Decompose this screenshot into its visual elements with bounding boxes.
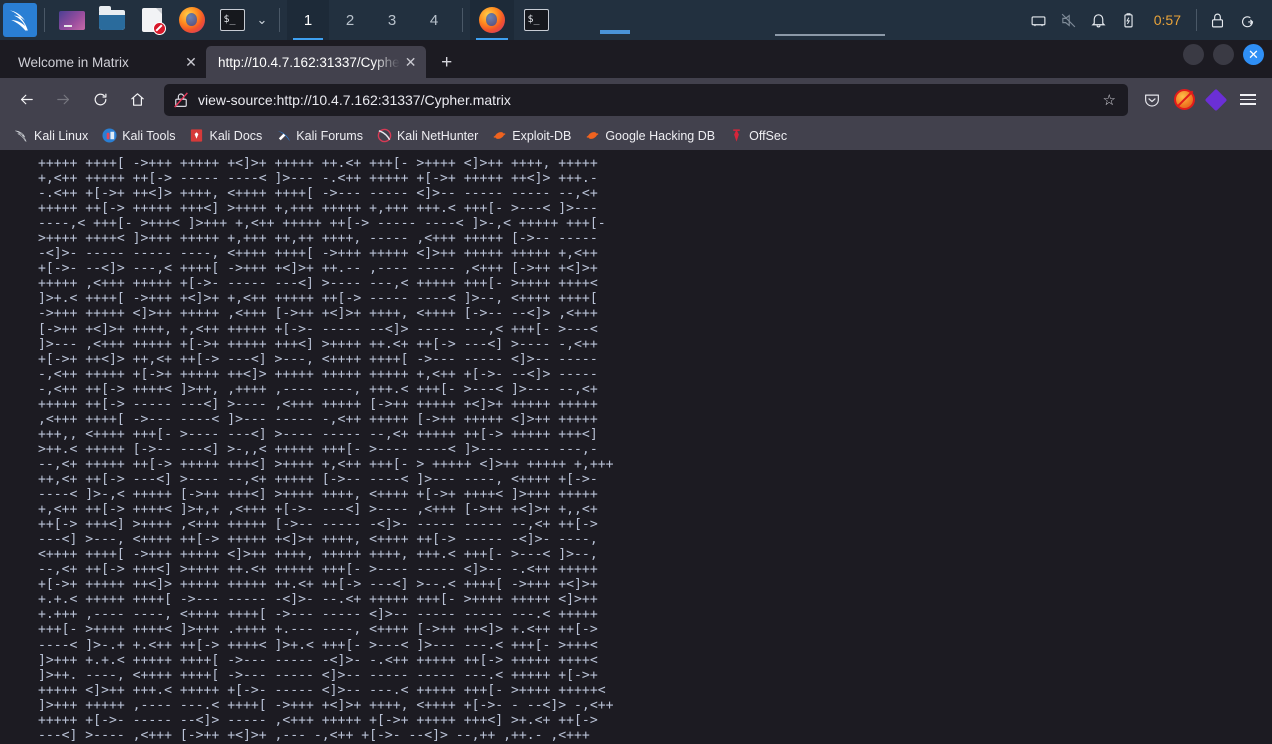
exploit-db-icon — [492, 128, 507, 143]
bell-icon[interactable] — [1084, 0, 1114, 40]
network-icon[interactable] — [1024, 0, 1054, 40]
launcher-file-manager[interactable] — [95, 3, 129, 37]
bookmark-label: Kali Docs — [209, 128, 263, 143]
terminal-icon: $_ — [219, 9, 245, 31]
firefox-window: Welcome in Matrix ✕ http://10.4.7.162:31… — [0, 40, 1272, 744]
url-bar[interactable]: view-source:http://10.4.7.162:31337/Cyph… — [164, 83, 1128, 116]
chevron-down-icon[interactable]: ⌄ — [252, 12, 272, 28]
tab-title: Welcome in Matrix — [18, 54, 129, 70]
menu-icon[interactable] — [1232, 84, 1264, 116]
close-window-button[interactable]: ✕ — [1243, 44, 1264, 65]
view-source-content[interactable]: +++++ ++++[ ->+++ +++++ +<]>+ +++++ ++.<… — [0, 150, 1272, 744]
tab-cypher-matrix[interactable]: http://10.4.7.162:31337/Cyphe ✕ — [206, 46, 426, 78]
maximize-button[interactable] — [1213, 44, 1234, 65]
bookmark-exploit-db[interactable]: Exploit-DB — [486, 125, 577, 146]
bookmark-star-icon[interactable]: ☆ — [1099, 91, 1120, 109]
clock[interactable]: 0:57 — [1144, 12, 1191, 28]
window-controls: ✕ — [1183, 44, 1264, 65]
window-tasklist: $_ — [470, 0, 558, 40]
bookmark-label: OffSec — [749, 128, 788, 143]
new-tab-button[interactable]: + — [432, 48, 462, 78]
taskbar-separator-2 — [279, 8, 280, 32]
kali-dragon-icon — [14, 128, 29, 143]
workspace-4[interactable]: 4 — [413, 0, 455, 40]
reload-button[interactable] — [84, 83, 117, 116]
close-icon[interactable]: ✕ — [400, 51, 422, 73]
containers-icon[interactable] — [1200, 84, 1232, 116]
bookmark-label: Kali Forums — [296, 128, 363, 143]
google-hacking-db-icon — [585, 128, 600, 143]
source-code-text: +++++ ++++[ ->+++ +++++ +<]>+ +++++ ++.<… — [38, 156, 614, 743]
xfce-taskbar: $_ ⌄ 1 2 3 4 $_ 0:57 — [0, 0, 1272, 40]
files-icon — [59, 10, 85, 30]
battery-charging-icon[interactable] — [1114, 0, 1144, 40]
bookmark-label: Kali Tools — [122, 128, 176, 143]
back-button[interactable] — [10, 83, 43, 116]
document-icon — [142, 8, 166, 35]
firefox-icon — [179, 7, 205, 33]
tab-welcome-in-matrix[interactable]: Welcome in Matrix ✕ — [6, 46, 206, 78]
launcher-show-desktop[interactable] — [55, 3, 89, 37]
toolbar-extensions — [1136, 84, 1264, 116]
navigation-toolbar: view-source:http://10.4.7.162:31337/Cyph… — [0, 78, 1272, 121]
lock-icon[interactable] — [1202, 0, 1232, 40]
bookmark-kali-docs[interactable]: Kali Docs — [183, 125, 268, 146]
kali-forums-icon — [276, 128, 291, 143]
tab-strip: Welcome in Matrix ✕ http://10.4.7.162:31… — [0, 40, 1272, 78]
task-firefox-window[interactable] — [470, 0, 514, 40]
kali-nethunter-icon — [377, 128, 392, 143]
launcher-text-editor[interactable] — [135, 3, 169, 37]
workspace-switcher: 1 2 3 4 — [287, 0, 455, 40]
terminal-icon: $_ — [523, 9, 549, 31]
kali-dragon-icon — [9, 10, 28, 31]
bookmark-label: Kali NetHunter — [396, 128, 479, 143]
url-text[interactable]: view-source:http://10.4.7.162:31337/Cyph… — [198, 92, 1099, 108]
offsec-icon — [729, 128, 744, 143]
bookmark-kali-nethunter[interactable]: Kali NetHunter — [371, 125, 484, 146]
launcher-firefox[interactable] — [175, 3, 209, 37]
power-logout-icon[interactable] — [1232, 0, 1262, 40]
bookmark-google-hacking-db[interactable]: Google Hacking DB — [579, 125, 721, 146]
bookmark-kali-tools[interactable]: Kali Tools — [96, 125, 181, 146]
pocket-icon[interactable] — [1136, 84, 1168, 116]
bookmark-kali-linux[interactable]: Kali Linux — [8, 125, 94, 146]
window-artifact-1 — [600, 30, 630, 34]
tab-title: http://10.4.7.162:31337/Cyphe — [218, 54, 400, 70]
noscript-icon[interactable] — [1168, 84, 1200, 116]
taskbar-separator-1 — [44, 8, 45, 32]
bookmarks-toolbar: Kali Linux Kali Tools Kali Docs Kali For… — [0, 121, 1272, 150]
window-artifact-2 — [775, 34, 885, 36]
taskbar-launchers: $_ ⌄ — [0, 0, 287, 40]
workspace-3[interactable]: 3 — [371, 0, 413, 40]
home-button[interactable] — [121, 83, 154, 116]
bookmark-label: Kali Linux — [34, 128, 89, 143]
workspace-2[interactable]: 2 — [329, 0, 371, 40]
kali-tools-icon — [102, 128, 117, 143]
volume-muted-icon[interactable] — [1054, 0, 1084, 40]
bookmark-kali-forums[interactable]: Kali Forums — [270, 125, 369, 146]
bookmark-label: Google Hacking DB — [605, 128, 716, 143]
task-terminal-window[interactable]: $_ — [514, 0, 558, 40]
launcher-terminal[interactable]: $_ — [215, 3, 249, 37]
kali-menu-button[interactable] — [3, 3, 37, 37]
firefox-icon — [479, 7, 505, 33]
workspace-1[interactable]: 1 — [287, 0, 329, 40]
broken-padlock-icon[interactable] — [172, 91, 190, 109]
forward-button[interactable] — [47, 83, 80, 116]
close-icon[interactable]: ✕ — [180, 51, 202, 73]
folder-icon — [99, 6, 125, 30]
system-tray: 0:57 — [1024, 0, 1272, 40]
taskbar-separator-3 — [462, 8, 463, 32]
bookmark-offsec[interactable]: OffSec — [723, 125, 793, 146]
bookmark-label: Exploit-DB — [512, 128, 572, 143]
minimize-button[interactable] — [1183, 44, 1204, 65]
kali-docs-icon — [189, 128, 204, 143]
tray-separator — [1196, 9, 1197, 31]
